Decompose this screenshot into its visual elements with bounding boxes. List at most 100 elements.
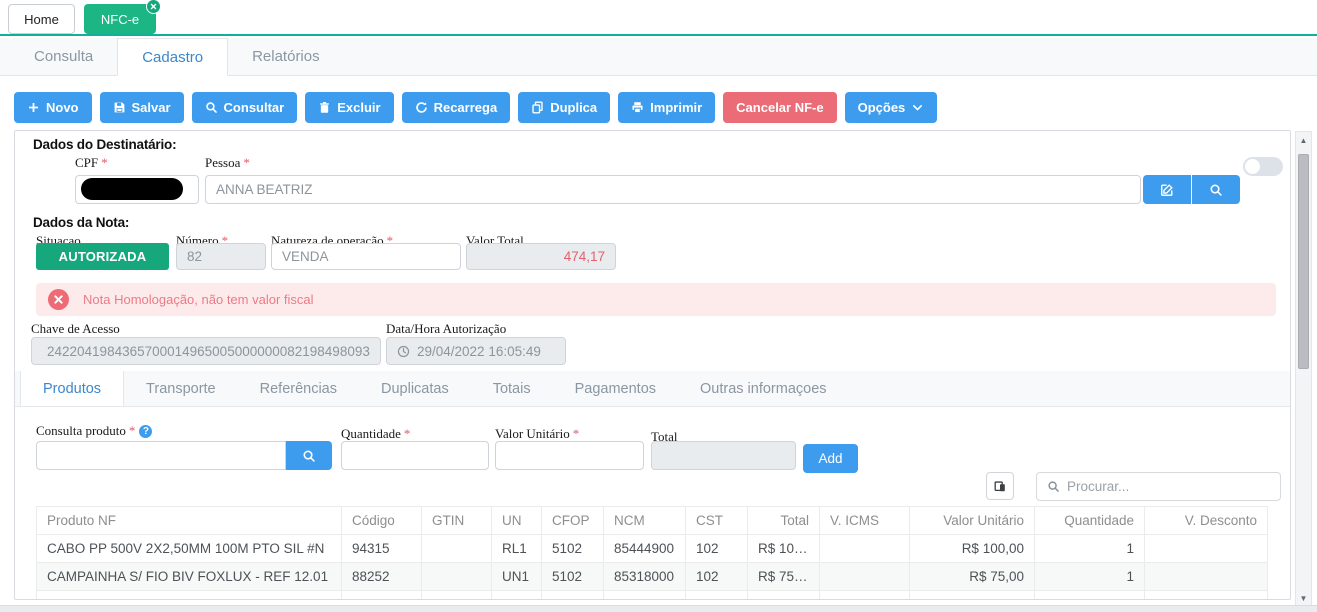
tab-produtos[interactable]: Produtos <box>20 371 124 406</box>
window-tab-home[interactable]: Home <box>8 4 75 34</box>
opcoes-button[interactable]: Opções <box>845 92 938 123</box>
tab-cadastro[interactable]: Cadastro <box>117 38 228 76</box>
table-row[interactable]: CAMPAINHA S/ FIO BIV FOXLUX - REF 12.018… <box>37 563 1268 591</box>
nfce-form-panel: Dados do Destinatário: CPF* Pessoa* Dado… <box>14 130 1291 600</box>
tab-duplicatas[interactable]: Duplicatas <box>359 371 471 406</box>
scroll-down-icon[interactable]: ▼ <box>1296 591 1311 606</box>
scrollbar-thumb[interactable] <box>1298 154 1309 369</box>
data-hora-value: 29/04/2022 16:05:49 <box>417 344 541 359</box>
quantidade-input[interactable] <box>341 441 489 470</box>
column-header-gtin[interactable]: GTIN <box>422 507 492 535</box>
chave-acesso-field[interactable] <box>31 337 381 365</box>
natureza-field[interactable] <box>271 243 461 270</box>
clock-icon <box>397 345 410 358</box>
column-header-v-icms[interactable]: V. ICMS <box>820 507 910 535</box>
help-icon[interactable]: ? <box>139 425 152 438</box>
column-header-cst[interactable]: CST <box>686 507 748 535</box>
table-cell <box>492 591 542 601</box>
recarrega-label: Recarrega <box>434 100 498 115</box>
search-icon <box>302 449 316 463</box>
plus-icon <box>27 101 40 114</box>
cancelar-nfe-button[interactable]: Cancelar NF-e <box>723 92 836 123</box>
copy-table-button[interactable] <box>986 472 1014 500</box>
tab-transporte-label: Transporte <box>146 381 216 397</box>
error-icon <box>48 289 69 310</box>
horizontal-scrollbar[interactable] <box>0 605 1317 612</box>
tab-consulta-label: Consulta <box>34 48 93 65</box>
duplica-button[interactable]: Duplica <box>518 92 610 123</box>
table-cell <box>820 535 910 563</box>
pessoa-field[interactable] <box>205 175 1141 204</box>
table-cell: R$ 100,00 <box>910 535 1035 563</box>
main-tab-bar: Consulta Cadastro Relatórios <box>0 38 1317 76</box>
column-header-valor-unit-rio[interactable]: Valor Unitário <box>910 507 1035 535</box>
table-cell: R$ 100,00 <box>748 535 820 563</box>
consultar-label: Consultar <box>224 100 285 115</box>
novo-button[interactable]: Novo <box>14 92 92 123</box>
tab-pagamentos[interactable]: Pagamentos <box>553 371 678 406</box>
tab-totais[interactable]: Totais <box>471 371 553 406</box>
table-cell <box>604 591 686 601</box>
window-tab-nfce[interactable]: NFC-e <box>84 4 156 34</box>
toggle-switch[interactable] <box>1243 157 1283 176</box>
consulta-produto-search-button[interactable] <box>286 441 332 470</box>
table-row[interactable]: CABO PP 500V 2X2,50MM 100M PTO SIL #N943… <box>37 535 1268 563</box>
table-cell <box>1145 591 1268 601</box>
trash-icon <box>318 101 331 114</box>
table-cell <box>1145 535 1268 563</box>
vertical-scrollbar[interactable]: ▲ ▼ <box>1295 131 1312 608</box>
cpf-redaction <box>81 178 183 200</box>
imprimir-button[interactable]: Imprimir <box>618 92 715 123</box>
novo-label: Novo <box>46 100 79 115</box>
search-person-button[interactable] <box>1192 175 1240 204</box>
tab-relatorios[interactable]: Relatórios <box>228 38 344 75</box>
total-input[interactable] <box>651 441 796 470</box>
chave-acesso-label: Chave de Acesso <box>31 321 120 337</box>
column-header-v-desconto[interactable]: V. Desconto <box>1145 507 1268 535</box>
table-cell <box>820 563 910 591</box>
tab-referencias[interactable]: Referências <box>238 371 359 406</box>
column-header-quantidade[interactable]: Quantidade <box>1035 507 1145 535</box>
procurar-input[interactable] <box>1067 479 1270 494</box>
table-cell <box>1035 591 1145 601</box>
tab-produtos-label: Produtos <box>43 381 101 397</box>
table-cell <box>422 535 492 563</box>
required-marker: * <box>404 426 411 441</box>
valor-total-field[interactable] <box>466 243 616 270</box>
consultar-button[interactable]: Consultar <box>192 92 298 123</box>
data-hora-field[interactable]: 29/04/2022 16:05:49 <box>386 337 566 365</box>
table-cell: 5102 <box>542 563 604 591</box>
consulta-produto-input[interactable] <box>36 441 286 470</box>
add-button[interactable]: Add <box>803 444 858 473</box>
pessoa-label: Pessoa* <box>205 155 250 171</box>
search-icon <box>205 101 218 114</box>
tab-referencias-label: Referências <box>260 381 337 397</box>
tab-transporte[interactable]: Transporte <box>124 371 238 406</box>
window-tab-home-label: Home <box>24 12 59 27</box>
salvar-button[interactable]: Salvar <box>100 92 184 123</box>
edit-person-button[interactable] <box>1143 175 1191 204</box>
tab-pagamentos-label: Pagamentos <box>575 381 656 397</box>
close-icon[interactable] <box>146 0 161 14</box>
imprimir-label: Imprimir <box>650 100 702 115</box>
save-icon <box>113 101 126 114</box>
recarrega-button[interactable]: Recarrega <box>402 92 511 123</box>
column-header-cfop[interactable]: CFOP <box>542 507 604 535</box>
table-cell: R$ 75,00 <box>910 563 1035 591</box>
numero-field[interactable] <box>176 243 266 270</box>
table-cell <box>748 591 820 601</box>
column-header-produto-nf[interactable]: Produto NF <box>37 507 342 535</box>
excluir-button[interactable]: Excluir <box>305 92 393 123</box>
column-header-total[interactable]: Total <box>748 507 820 535</box>
tab-consulta[interactable]: Consulta <box>10 38 117 75</box>
tab-cadastro-label: Cadastro <box>142 49 203 66</box>
table-cell: 94315 <box>342 535 422 563</box>
scroll-up-icon[interactable]: ▲ <box>1296 133 1311 148</box>
opcoes-label: Opções <box>858 100 906 115</box>
column-header-c-digo[interactable]: Código <box>342 507 422 535</box>
chevron-down-icon <box>911 101 924 114</box>
tab-outras-informacoes[interactable]: Outras informaçoes <box>678 371 849 406</box>
column-header-un[interactable]: UN <box>492 507 542 535</box>
column-header-ncm[interactable]: NCM <box>604 507 686 535</box>
valor-unitario-input[interactable] <box>495 441 644 470</box>
